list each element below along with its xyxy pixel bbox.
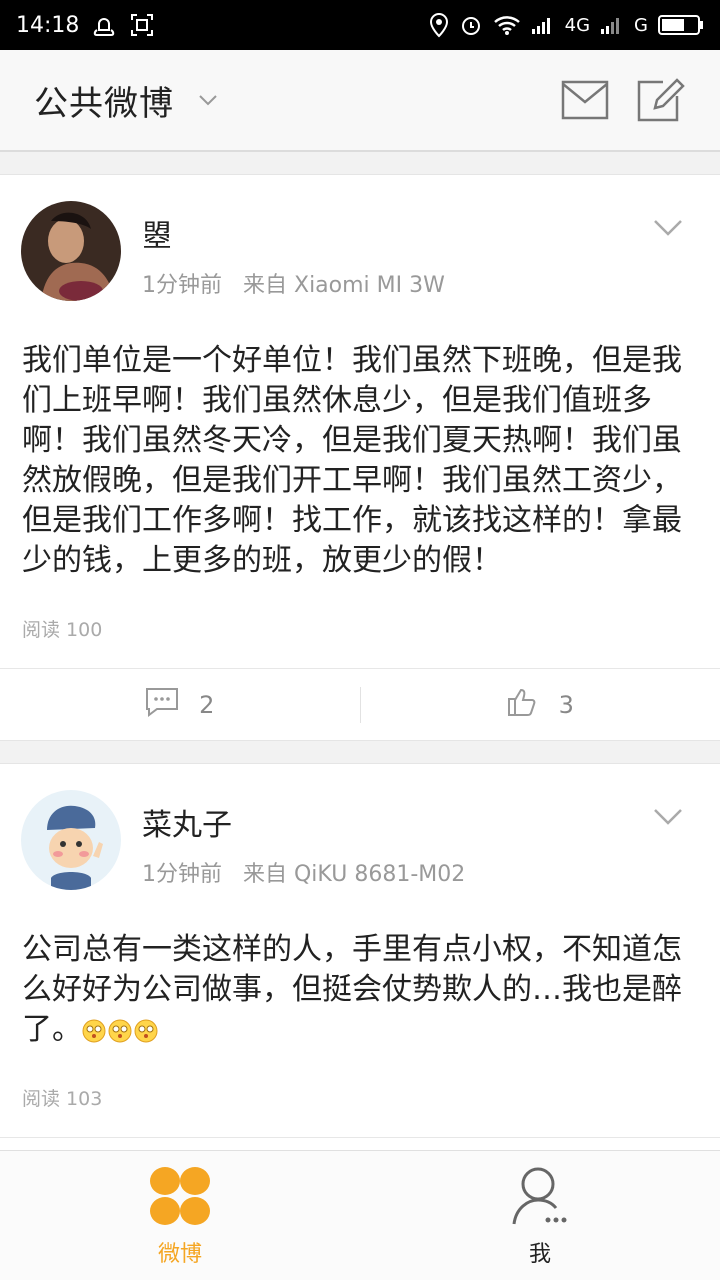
alarm-icon (459, 13, 483, 37)
post-time: 1分钟前 (142, 862, 222, 887)
post-time: 1分钟前 (142, 273, 222, 298)
post-text-container: 公司总有一类这样的人，手里有点小权，不知道怎么好好为公司做事，但挺会仗势欺人的…… (0, 922, 720, 1050)
thumbs-up-icon (507, 687, 539, 723)
dizzy-face-icon (82, 1019, 106, 1043)
post-source: 来自 Xiaomi MI 3W (243, 273, 445, 298)
author-name[interactable]: 曌 (142, 211, 172, 255)
battery-icon (658, 14, 704, 36)
read-count: 阅读 100 (22, 619, 103, 641)
post-action-bar: 2 3 (0, 668, 720, 740)
chevron-down-icon[interactable] (652, 806, 684, 828)
bottom-tab-bar: 微博 我 (0, 1150, 720, 1280)
status-bar: 14:18 4G G (0, 0, 720, 50)
post-text: 我们单位是一个好单位！我们虽然下班晚，但是我们上班早啊！我们虽然休息少，但是我们… (22, 343, 682, 578)
mail-icon[interactable] (560, 77, 610, 123)
feed: 曌 1分钟前 来自 Xiaomi MI 3W 我们单位是一个好单位！我们虽然下班… (0, 174, 720, 1232)
carrier-letter: G (634, 14, 648, 36)
tab-weibo-label: 微博 (157, 1241, 202, 1267)
location-icon (429, 12, 449, 38)
user-icon (508, 1164, 572, 1232)
comment-button[interactable]: 2 (0, 669, 360, 740)
chevron-down-icon[interactable] (194, 90, 222, 110)
like-button[interactable]: 3 (361, 669, 720, 740)
signal-icon (531, 15, 555, 35)
screenshot-icon (129, 12, 155, 38)
avatar[interactable] (21, 790, 121, 890)
page-title[interactable]: 公共微博 (34, 76, 174, 125)
comment-icon (145, 687, 179, 723)
chevron-down-icon[interactable] (652, 217, 684, 239)
tab-weibo[interactable]: 微博 (0, 1151, 360, 1280)
tab-me-label: 我 (528, 1241, 551, 1267)
post-card[interactable]: 菜丸子 1分钟前 来自 QiKU 8681-M02 公司总有一类这样的人，手里有… (0, 763, 720, 1210)
comment-count: 2 (199, 690, 215, 719)
dizzy-face-icon (108, 1019, 132, 1043)
compose-icon[interactable] (636, 77, 686, 123)
wifi-icon (493, 14, 521, 36)
author-name[interactable]: 菜丸子 (142, 800, 232, 844)
avatar[interactable] (21, 201, 121, 301)
post-meta: 1分钟前 来自 QiKU 8681-M02 (142, 856, 465, 888)
post-card[interactable]: 曌 1分钟前 来自 Xiaomi MI 3W 我们单位是一个好单位！我们虽然下班… (0, 174, 720, 741)
qq-icon (91, 12, 117, 38)
post-meta: 1分钟前 来自 Xiaomi MI 3W (142, 267, 445, 299)
weibo-grid-icon (148, 1164, 212, 1232)
top-header: 公共微博 (0, 50, 720, 152)
tab-me[interactable]: 我 (360, 1151, 720, 1280)
emoji-row (82, 1019, 158, 1043)
network-type: 4G (564, 14, 591, 36)
read-count: 阅读 103 (22, 1088, 103, 1110)
dizzy-face-icon (134, 1019, 158, 1043)
post-source: 来自 QiKU 8681-M02 (243, 862, 466, 887)
status-time: 14:18 (16, 12, 80, 38)
like-count: 3 (558, 690, 574, 719)
signal-icon-2 (600, 15, 624, 35)
